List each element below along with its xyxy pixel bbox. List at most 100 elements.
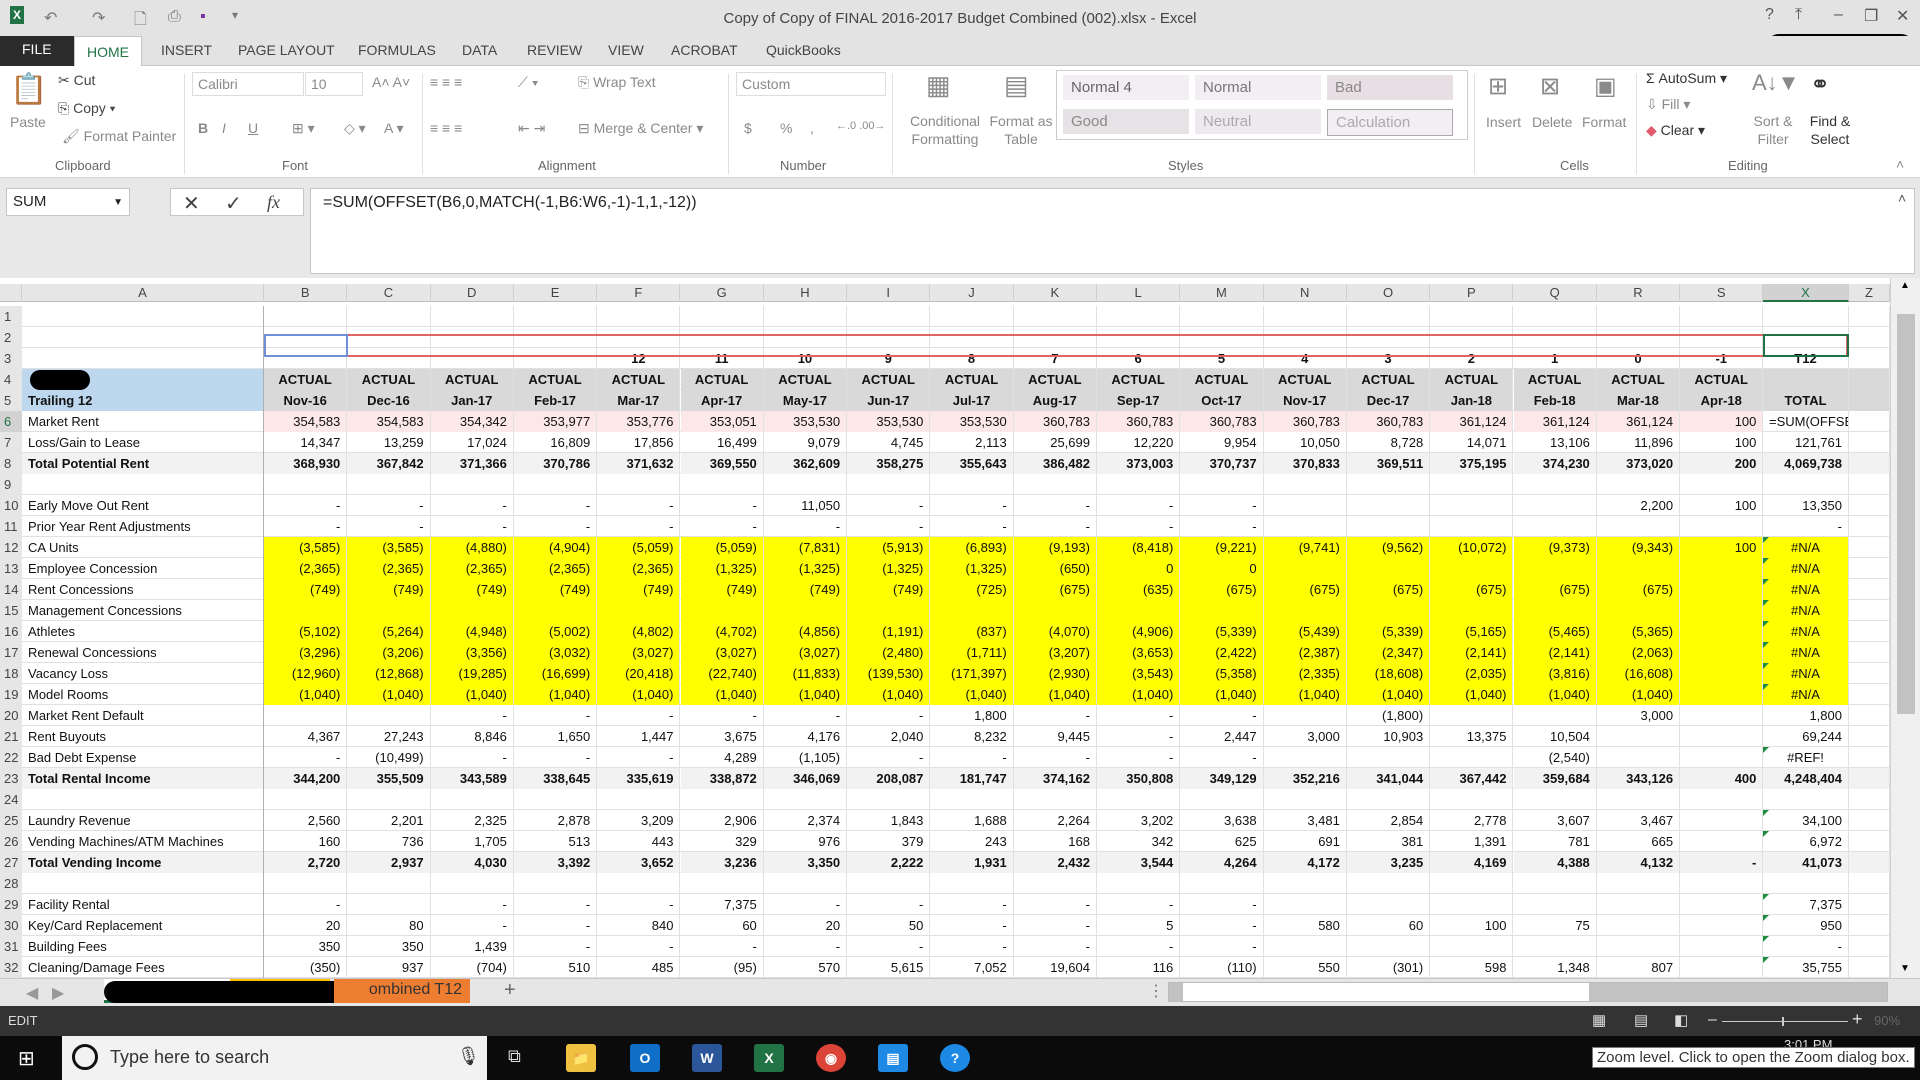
tab-split-handle[interactable]: ⋮ bbox=[1148, 981, 1164, 1001]
cell[interactable] bbox=[1597, 306, 1681, 327]
cell[interactable]: 360,783 bbox=[1097, 411, 1181, 432]
cell[interactable] bbox=[1849, 453, 1890, 474]
cell[interactable]: 510 bbox=[514, 957, 598, 978]
cell[interactable]: (3,543) bbox=[1097, 663, 1181, 684]
cell[interactable]: ACTUAL bbox=[264, 369, 348, 390]
cell[interactable]: 350,808 bbox=[1097, 768, 1181, 789]
cell[interactable] bbox=[1430, 306, 1514, 327]
cell[interactable]: (2,365) bbox=[513, 558, 598, 579]
cell[interactable] bbox=[1513, 600, 1597, 621]
cell[interactable]: 0 bbox=[1597, 348, 1681, 369]
cell[interactable]: (95) bbox=[681, 957, 764, 978]
cell[interactable]: - bbox=[514, 705, 598, 726]
row-header[interactable]: 1 bbox=[0, 306, 22, 327]
cut-button[interactable]: ✂ Cut bbox=[58, 72, 95, 89]
cell[interactable]: 368,930 bbox=[264, 453, 348, 474]
bold-button[interactable]: B bbox=[198, 120, 208, 136]
cell[interactable]: 69,244 bbox=[1763, 726, 1849, 747]
cell[interactable] bbox=[431, 306, 514, 327]
cell[interactable]: 381 bbox=[1347, 831, 1431, 852]
cell[interactable]: (1,040) bbox=[1263, 684, 1347, 705]
cell[interactable]: (2,540) bbox=[1514, 747, 1597, 768]
cell[interactable] bbox=[930, 327, 1014, 348]
row-header[interactable]: 28 bbox=[0, 873, 22, 894]
cell[interactable]: 7,052 bbox=[930, 957, 1014, 978]
cell[interactable]: (1,800) bbox=[1347, 705, 1431, 726]
cell[interactable] bbox=[1763, 789, 1849, 810]
cell[interactable] bbox=[264, 873, 348, 894]
cell[interactable]: 625 bbox=[1180, 831, 1264, 852]
cell[interactable]: - bbox=[514, 495, 598, 516]
row-header[interactable]: 19 bbox=[0, 684, 22, 705]
cell[interactable]: (9,741) bbox=[1263, 537, 1347, 558]
cell[interactable] bbox=[514, 327, 598, 348]
cell[interactable]: 3,000 bbox=[1264, 726, 1347, 747]
cell[interactable]: - bbox=[1014, 495, 1097, 516]
cell[interactable] bbox=[347, 894, 431, 915]
cell[interactable]: 3 bbox=[1347, 348, 1431, 369]
formula-input[interactable]: =SUM(OFFSET(B6,0,MATCH(-1,B6:W6,-1)-1,1,… bbox=[310, 188, 1915, 274]
cell[interactable] bbox=[1680, 873, 1764, 894]
cell[interactable]: (2,335) bbox=[1263, 663, 1347, 684]
row-label-cell[interactable] bbox=[22, 348, 264, 369]
cell[interactable]: 781 bbox=[1514, 831, 1597, 852]
cell[interactable] bbox=[1264, 894, 1347, 915]
cell[interactable]: (749) bbox=[763, 579, 848, 600]
cell[interactable]: - bbox=[847, 894, 931, 915]
cell[interactable]: - bbox=[1097, 936, 1181, 957]
cell[interactable]: - bbox=[431, 747, 514, 768]
cell[interactable]: ACTUAL bbox=[1430, 369, 1514, 390]
cell[interactable]: #N/A bbox=[1763, 579, 1849, 600]
cell[interactable] bbox=[1264, 789, 1347, 810]
sheet-scroll-right-icon[interactable]: ▶ bbox=[52, 983, 64, 1003]
cell[interactable] bbox=[264, 705, 348, 726]
cell[interactable]: (1,040) bbox=[430, 684, 514, 705]
cell[interactable]: (5,165) bbox=[1430, 621, 1514, 642]
cell[interactable]: (1,191) bbox=[847, 621, 931, 642]
cell[interactable]: Feb-18 bbox=[1513, 390, 1597, 411]
maximize-button[interactable]: ❐ bbox=[1864, 6, 1878, 26]
cell[interactable] bbox=[514, 873, 598, 894]
cell[interactable]: 443 bbox=[597, 831, 681, 852]
cell[interactable] bbox=[1849, 915, 1890, 936]
cell[interactable]: (2,365) bbox=[430, 558, 514, 579]
cell[interactable]: 4,172 bbox=[1263, 852, 1347, 873]
cell[interactable] bbox=[681, 474, 764, 495]
row-label-cell[interactable]: Key/Card Replacement bbox=[22, 915, 264, 936]
cell[interactable]: - bbox=[1763, 516, 1849, 537]
cell[interactable]: 370,737 bbox=[1180, 453, 1264, 474]
cell[interactable]: 369,550 bbox=[680, 453, 764, 474]
row-label-cell[interactable]: Total Rental Income bbox=[22, 768, 264, 789]
cell[interactable] bbox=[764, 789, 848, 810]
cell[interactable]: 2,040 bbox=[847, 726, 931, 747]
cell[interactable]: 5 bbox=[1097, 915, 1181, 936]
cell[interactable] bbox=[1513, 558, 1597, 579]
cell[interactable] bbox=[264, 348, 348, 369]
cell[interactable]: 0 bbox=[1097, 558, 1181, 579]
cell[interactable]: 13,375 bbox=[1430, 726, 1514, 747]
cell[interactable]: 840 bbox=[597, 915, 681, 936]
cell[interactable] bbox=[1180, 600, 1264, 621]
cell[interactable]: Apr-18 bbox=[1680, 390, 1764, 411]
style-good[interactable]: Good bbox=[1063, 109, 1189, 134]
cell[interactable]: (2,141) bbox=[1430, 642, 1514, 663]
cell[interactable] bbox=[347, 306, 431, 327]
cell[interactable]: (139,530) bbox=[847, 663, 931, 684]
cell[interactable] bbox=[1430, 789, 1514, 810]
cell[interactable]: (675) bbox=[1346, 579, 1431, 600]
column-header-d[interactable]: D bbox=[431, 284, 514, 302]
cell[interactable]: (5,439) bbox=[1263, 621, 1347, 642]
cell[interactable] bbox=[1849, 936, 1890, 957]
cell[interactable]: 353,530 bbox=[930, 411, 1014, 432]
zoom-level[interactable]: 90% bbox=[1874, 1013, 1900, 1028]
cell[interactable]: - bbox=[264, 894, 348, 915]
column-header-m[interactable]: M bbox=[1180, 284, 1264, 302]
cell[interactable]: (10,072) bbox=[1430, 537, 1514, 558]
cell[interactable] bbox=[1849, 600, 1890, 621]
row-header[interactable]: 12 bbox=[0, 537, 22, 558]
cell[interactable]: 3,236 bbox=[680, 852, 764, 873]
cell[interactable]: 35,755 bbox=[1763, 957, 1849, 978]
cell[interactable]: (18,608) bbox=[1346, 663, 1431, 684]
cell[interactable] bbox=[597, 306, 681, 327]
cell[interactable]: - bbox=[681, 705, 764, 726]
